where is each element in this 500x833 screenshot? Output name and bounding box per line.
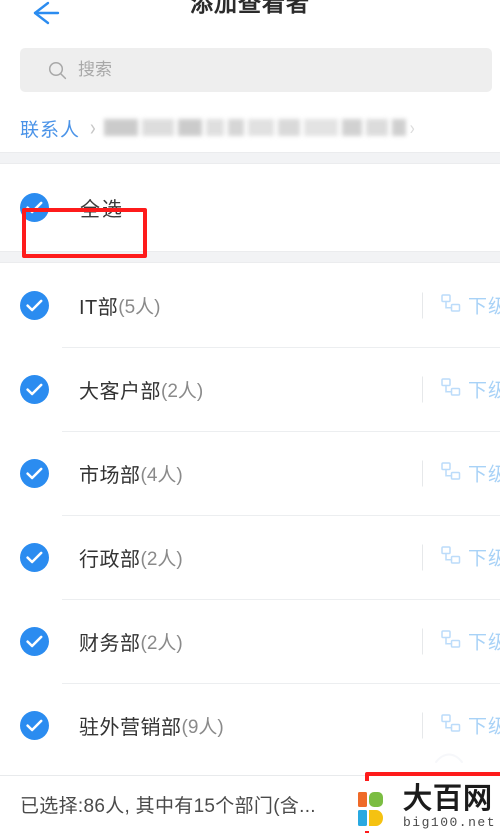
- sublevel-button[interactable]: 下级: [421, 628, 500, 655]
- department-count: (5人): [118, 296, 161, 318]
- table-row[interactable]: 大客户部 (2人) 下级: [0, 347, 500, 431]
- check-circle-icon[interactable]: [20, 193, 49, 222]
- watermark: 大百网 big100.net: [351, 781, 498, 831]
- department-name: 市场部: [79, 464, 141, 487]
- select-all-row[interactable]: 全选: [0, 164, 500, 251]
- org-chart-icon: [441, 629, 461, 653]
- table-row[interactable]: 市场部 (4人) 下级: [0, 431, 500, 515]
- sublevel-label: 下级: [467, 296, 500, 318]
- sublevel-button[interactable]: 下级: [421, 460, 500, 487]
- section-divider-mid: [0, 251, 500, 263]
- breadcrumb-item-contacts[interactable]: 联系人: [20, 115, 80, 142]
- watermark-cn: 大百网: [402, 783, 493, 815]
- check-circle-icon[interactable]: [20, 374, 49, 404]
- check-circle-icon[interactable]: [20, 626, 49, 656]
- search-box[interactable]: [20, 48, 492, 92]
- table-row[interactable]: 驻外营销部 (9人) 下级: [0, 683, 500, 767]
- clipped-row-ghost: [430, 750, 490, 771]
- selection-summary-text: 已选择:86人, 其中有15个部门(含...: [20, 796, 316, 817]
- department-name: 驻外营销部: [79, 716, 182, 739]
- chevron-right-icon: ›: [90, 114, 96, 141]
- search-bar: [0, 40, 500, 104]
- department-name: 大客户部: [79, 380, 161, 403]
- divider: [421, 376, 423, 402]
- department-name: IT部: [79, 296, 119, 319]
- divider: [421, 712, 423, 738]
- divider: [421, 628, 423, 654]
- sublevel-label: 下级: [467, 380, 500, 402]
- table-row[interactable]: IT部 (5人) 下级: [0, 263, 500, 347]
- divider: [421, 544, 423, 570]
- page-title: 添加查看者: [190, 0, 310, 16]
- department-count: (9人): [181, 716, 224, 738]
- sublevel-button[interactable]: 下级: [421, 376, 500, 403]
- table-row[interactable]: 财务部 (2人) 下级: [0, 599, 500, 683]
- check-circle-icon[interactable]: [20, 542, 49, 572]
- department-count: (2人): [140, 632, 183, 654]
- table-row[interactable]: 行政部 (2人) 下级: [0, 515, 500, 599]
- sublevel-button[interactable]: 下级: [421, 712, 500, 739]
- department-count: (2人): [161, 380, 204, 402]
- divider: [421, 460, 423, 486]
- big100-logo-icon: [356, 789, 396, 829]
- section-divider-top: [0, 152, 500, 164]
- search-icon: [48, 61, 67, 80]
- department-list: IT部 (5人) 下级 大客户部 (2人) 下级 市场部 (4人) 下级 行政部…: [0, 263, 500, 767]
- department-name: 财务部: [79, 632, 141, 655]
- search-input[interactable]: [78, 60, 378, 80]
- sublevel-button[interactable]: 下级: [421, 292, 500, 319]
- org-chart-icon: [441, 545, 461, 569]
- breadcrumb: 联系人 › ›: [0, 104, 500, 152]
- header: 添加查看者: [0, 0, 500, 40]
- sublevel-label: 下级: [467, 548, 500, 570]
- watermark-text: 大百网 big100.net: [402, 783, 496, 830]
- department-count: (2人): [140, 548, 183, 570]
- check-circle-icon[interactable]: [20, 290, 49, 320]
- department-name: 行政部: [79, 548, 141, 571]
- org-chart-icon: [441, 713, 461, 737]
- org-chart-icon: [441, 293, 461, 317]
- breadcrumb-item-redacted[interactable]: [103, 117, 406, 139]
- chevron-right-icon-end: ›: [409, 116, 415, 140]
- check-circle-icon[interactable]: [20, 710, 49, 740]
- department-count: (4人): [140, 464, 183, 486]
- divider: [421, 292, 423, 318]
- check-circle-icon[interactable]: [20, 458, 49, 488]
- sublevel-button[interactable]: 下级: [421, 544, 500, 571]
- add-viewer-screen: 添加查看者 联系人 ›: [0, 0, 500, 833]
- watermark-en: big100.net: [402, 815, 496, 830]
- sublevel-label: 下级: [467, 716, 500, 738]
- org-chart-icon: [441, 377, 461, 401]
- select-all-label: 全选: [80, 199, 124, 221]
- sublevel-label: 下级: [467, 632, 500, 654]
- sublevel-label: 下级: [467, 464, 500, 486]
- org-chart-icon: [441, 461, 461, 485]
